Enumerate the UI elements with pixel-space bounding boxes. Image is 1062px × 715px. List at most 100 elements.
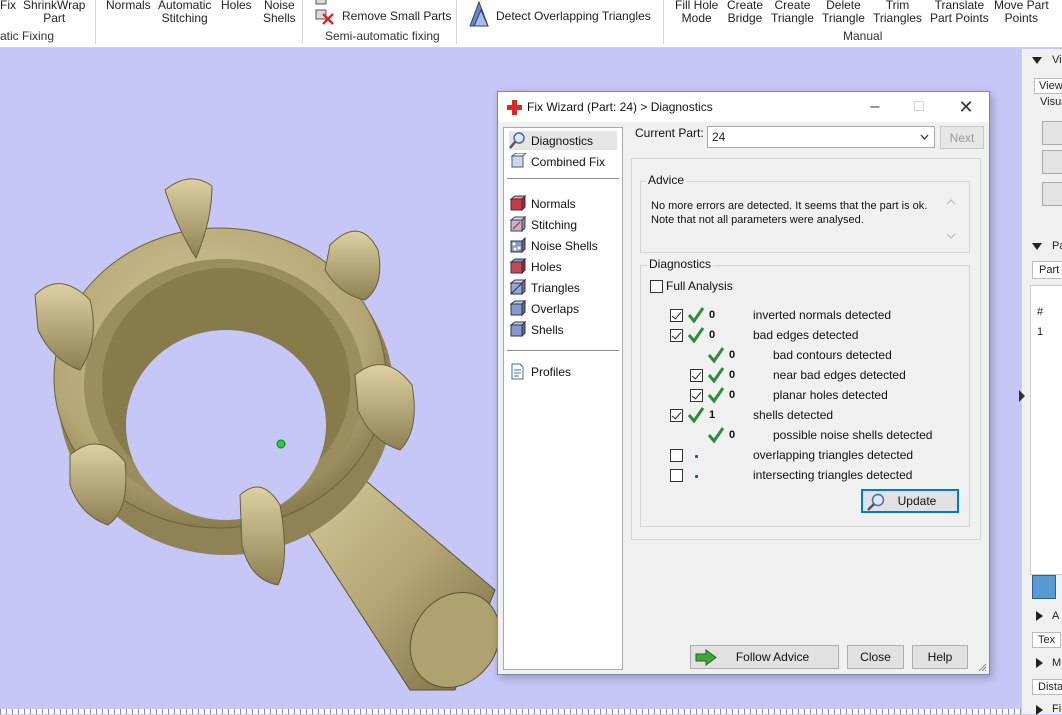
help-button[interactable]: Help xyxy=(912,645,968,669)
check-green-icon xyxy=(707,387,725,404)
noise-shells-label: possible noise shells detected xyxy=(773,428,933,442)
ribbon-fix-button[interactable]: Fix xyxy=(0,0,16,12)
planar-holes-checkbox[interactable] xyxy=(690,389,703,402)
tab-part[interactable]: Part xyxy=(1032,261,1062,279)
ribbon-create-triangle-button[interactable]: Create Triangle xyxy=(771,0,814,25)
tab-view[interactable]: View xyxy=(1034,78,1062,94)
pivot-point xyxy=(276,439,286,449)
panel-visual-label: Visua xyxy=(1040,96,1062,108)
collapse-arrow-icon[interactable] xyxy=(1032,243,1042,250)
ribbon-holes-button[interactable]: Holes xyxy=(221,0,252,12)
ribbon-separator xyxy=(302,0,303,44)
ribbon-fill-hole-mode-button[interactable]: Fill Hole Mode xyxy=(675,0,718,25)
combined-fix-icon xyxy=(510,153,526,168)
pending-dot-icon xyxy=(695,455,698,458)
full-analysis-checkbox[interactable] xyxy=(650,280,663,293)
parts-icon[interactable] xyxy=(1032,575,1056,599)
ribbon-move-part-points-button[interactable]: Move Part Points xyxy=(994,0,1049,25)
advice-line-2: Note that not all parameters were analys… xyxy=(651,214,864,226)
wizard-nav-list: Diagnostics Combined Fix Normals Stitchi… xyxy=(503,127,623,670)
check-green-icon xyxy=(687,307,705,324)
nav-item-normals[interactable]: Normals xyxy=(509,194,576,213)
close-button[interactable]: Close xyxy=(847,645,904,669)
minimize-icon[interactable]: – xyxy=(860,95,890,119)
update-button[interactable]: Update xyxy=(861,489,959,513)
expand-arrow-icon[interactable] xyxy=(1036,611,1043,621)
ribbon-trim-triangles-button[interactable]: Trim Triangles xyxy=(873,0,922,25)
nav-item-shells[interactable]: Shells xyxy=(509,320,564,339)
ribbon-toolbar: Fix ShrinkWrap Part Normals Automatic St… xyxy=(0,0,1062,48)
diagnostics-title: Diagnostics xyxy=(647,257,714,271)
nav-item-noise-shells[interactable]: Noise Shells xyxy=(509,236,598,255)
near-bad-edges-checkbox[interactable] xyxy=(690,369,703,382)
red-cross-icon xyxy=(507,100,522,115)
panel-splitter-arrow-icon[interactable] xyxy=(1019,390,1025,402)
ribbon-delete-triangle-button[interactable]: Delete Triangle xyxy=(822,0,865,25)
near-bad-edges-label: near bad edges detected xyxy=(773,368,906,382)
nav-divider xyxy=(507,350,619,351)
tab-distance[interactable]: Dista xyxy=(1032,679,1062,695)
triangle-view-icon[interactable] xyxy=(1042,150,1062,174)
shells-checkbox[interactable] xyxy=(670,409,683,422)
dialog-titlebar[interactable]: Fix Wizard (Part: 24) > Diagnostics – □ … xyxy=(498,92,989,122)
maximize-icon[interactable]: □ xyxy=(904,95,934,119)
ribbon-noise-shells-button[interactable]: Noise Shells xyxy=(263,0,296,25)
bad-edges-checkbox[interactable] xyxy=(670,329,683,342)
panel-section-view: Vi xyxy=(1052,54,1062,66)
resize-grip-icon[interactable] xyxy=(977,662,987,672)
fix-wizard-dialog: Fix Wizard (Part: 24) > Diagnostics – □ … xyxy=(497,91,990,675)
table-header-number: # xyxy=(1037,306,1044,318)
follow-advice-button[interactable]: Follow Advice xyxy=(690,645,839,669)
check-green-icon xyxy=(687,407,705,424)
nav-item-stitching[interactable]: Stitching xyxy=(509,215,577,234)
ribbon-translate-part-points-button[interactable]: Translate Part Points xyxy=(930,0,989,25)
inverted-normals-label: inverted normals detected xyxy=(753,308,892,322)
remove-small-parts-icon xyxy=(315,0,334,25)
bad-contours-label: bad contours detected xyxy=(773,348,892,362)
ribbon-auto-stitching-button[interactable]: Automatic Stitching xyxy=(158,0,211,25)
shells-count: 1 xyxy=(709,409,716,421)
ribbon-separator xyxy=(95,0,96,44)
triangles-cube-icon xyxy=(509,279,526,296)
inverted-normals-checkbox[interactable] xyxy=(670,309,683,322)
ribbon-shrinkwrap-button[interactable]: ShrinkWrap Part xyxy=(23,0,85,25)
expand-arrow-icon[interactable] xyxy=(1036,658,1043,668)
bad-edges-count: 0 xyxy=(709,329,716,341)
ribbon-create-bridge-button[interactable]: Create Bridge xyxy=(727,0,763,25)
close-icon[interactable]: ✕ xyxy=(951,95,981,119)
magnifier-icon xyxy=(509,132,525,149)
next-button[interactable]: Next xyxy=(940,126,984,149)
cube-view-icon[interactable] xyxy=(1042,121,1062,145)
parts-table: # 1 xyxy=(1030,285,1062,575)
nav-item-diagnostics[interactable]: Diagnostics xyxy=(509,131,617,150)
full-analysis-label: Full Analysis xyxy=(666,279,733,293)
tab-text[interactable]: Tex xyxy=(1032,632,1062,648)
ribbon-group-auto-fixing: atic Fixing xyxy=(0,29,55,43)
nav-item-overlaps[interactable]: Overlaps xyxy=(509,299,579,318)
ribbon-remove-small-parts-button[interactable]: Remove Small Parts xyxy=(314,0,451,26)
intersecting-triangles-checkbox[interactable] xyxy=(670,469,683,482)
ring-hole xyxy=(126,330,326,520)
check-green-icon xyxy=(707,367,725,384)
chevron-down-icon xyxy=(920,134,929,140)
ribbon-detect-overlapping-button[interactable]: Detect Overlapping Triangles xyxy=(468,0,651,28)
bad-edges-label: bad edges detected xyxy=(753,328,859,342)
nav-item-triangles[interactable]: Triangles xyxy=(509,278,580,297)
noise-shells-icon xyxy=(510,237,526,254)
check-green-icon xyxy=(687,327,705,344)
ribbon-normals-button[interactable]: Normals xyxy=(106,0,151,12)
arrow-right-icon xyxy=(695,649,717,666)
panel-section-fi: Fi xyxy=(1052,703,1062,715)
current-part-select[interactable]: 24 xyxy=(707,126,935,148)
nav-divider xyxy=(507,178,619,179)
advice-scrollbar[interactable] xyxy=(944,195,958,243)
overlapping-triangles-checkbox[interactable] xyxy=(670,449,683,462)
nav-item-profiles[interactable]: Profiles xyxy=(509,362,571,381)
panel-section-m: M xyxy=(1052,657,1062,669)
detect-overlapping-icon xyxy=(469,0,489,27)
nav-item-combined-fix[interactable]: Combined Fix xyxy=(509,152,605,171)
nav-item-holes[interactable]: Holes xyxy=(509,257,562,276)
ribbon-separator xyxy=(456,0,457,44)
collapse-arrow-icon[interactable] xyxy=(1032,57,1042,64)
triangle-view-2-icon[interactable] xyxy=(1042,182,1062,206)
